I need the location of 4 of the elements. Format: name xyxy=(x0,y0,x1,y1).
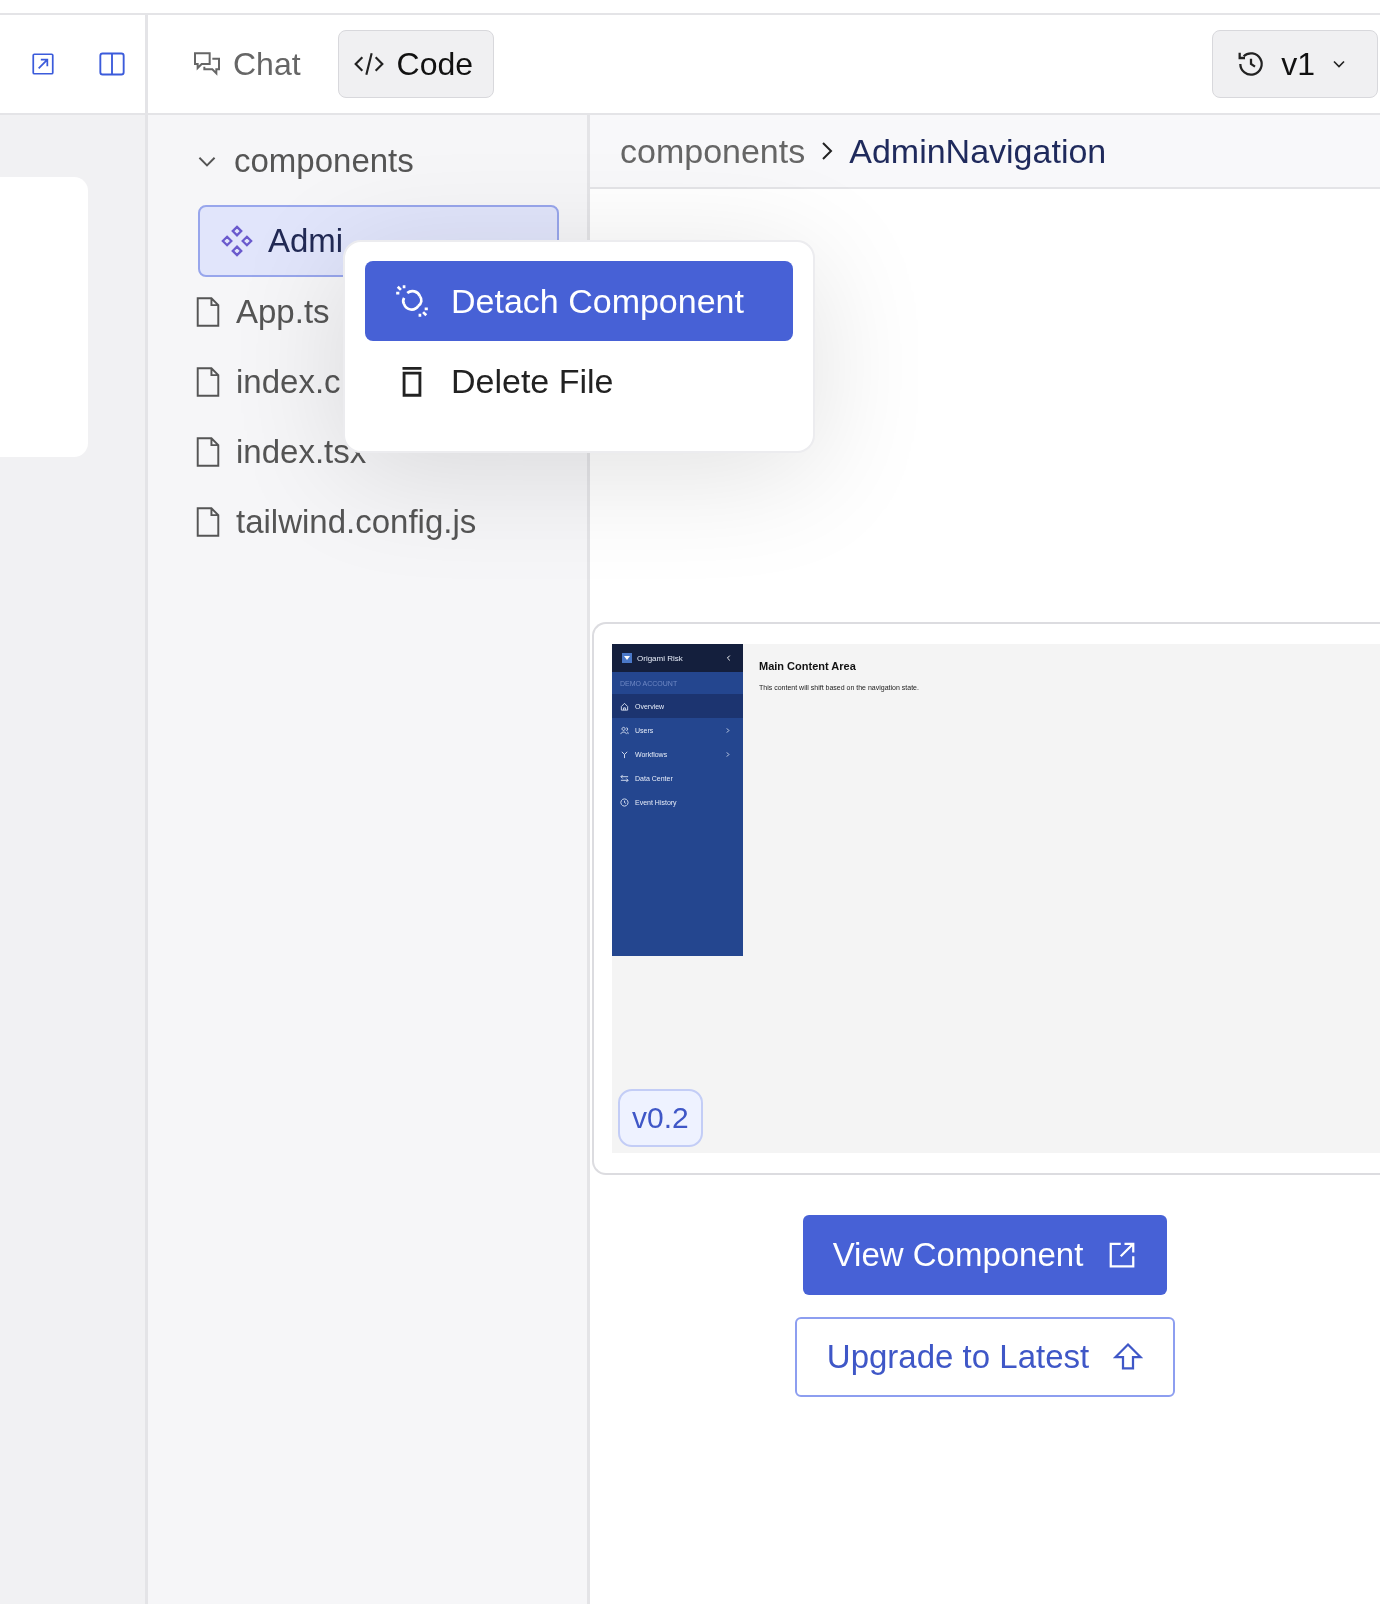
breadcrumb-current: AdminNavigation xyxy=(849,131,1107,171)
content-heading: Main Content Area xyxy=(759,660,857,672)
app-name: Origami Risk xyxy=(637,653,683,663)
version-badge: v0.2 xyxy=(618,1089,703,1147)
